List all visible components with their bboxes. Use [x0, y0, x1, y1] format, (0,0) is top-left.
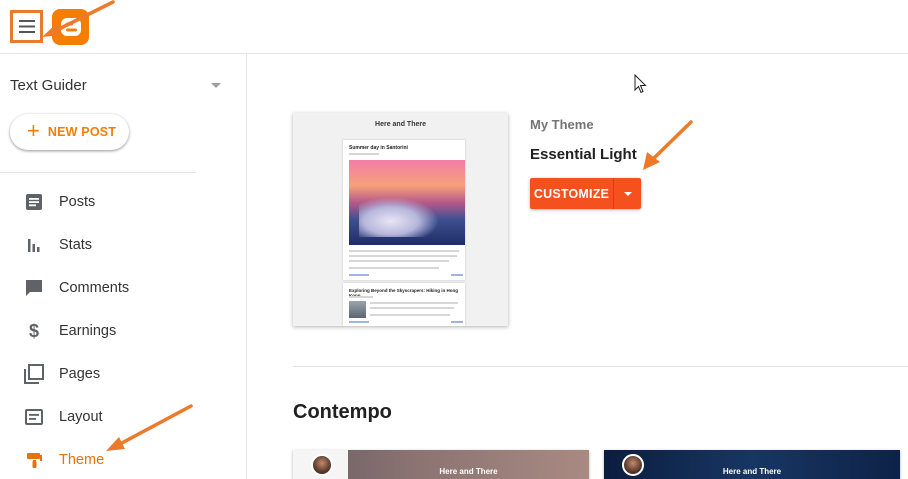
- preview-text-line: [349, 296, 373, 298]
- sidebar-item-label: Theme: [59, 452, 105, 468]
- mouse-cursor-icon: [634, 74, 647, 94]
- customize-button[interactable]: CUSTOMIZE: [530, 178, 613, 209]
- sidebar-item-label: Stats: [59, 237, 93, 253]
- preview-text-line: [349, 274, 369, 276]
- hamburger-menu-button[interactable]: [10, 10, 43, 43]
- plus-icon: +: [27, 118, 40, 143]
- new-post-label: NEW POST: [47, 125, 117, 139]
- sidebar-item-theme[interactable]: Theme: [0, 440, 246, 479]
- customize-dropdown-button[interactable]: [614, 178, 641, 209]
- preview-post-card: Summer day in Santorini: [343, 140, 465, 280]
- sidebar-item-label: Layout: [59, 409, 103, 425]
- preview-blog-title: Here and There: [375, 121, 426, 128]
- preview-post-card: Exploring Beyond the Skyscrapers: Hiking…: [343, 283, 465, 326]
- section-divider: [293, 366, 908, 367]
- preview-text-line: [370, 307, 454, 309]
- dollar-icon: $: [28, 320, 39, 341]
- preview-text-line: [370, 302, 458, 304]
- sidebar-item-pages[interactable]: Pages: [0, 354, 246, 394]
- hamburger-menu-icon: [18, 20, 35, 33]
- main-content: Here and There Summer day in Santorini E…: [247, 54, 908, 479]
- posts-icon: [24, 192, 44, 212]
- sidebar-item-stats[interactable]: Stats: [0, 225, 246, 265]
- comments-icon: [24, 278, 44, 298]
- preview-text-line: [370, 314, 450, 316]
- preview-post-title: Summer day in Santorini: [349, 145, 408, 151]
- sidebar-item-comments[interactable]: Comments: [0, 268, 246, 308]
- current-theme-preview[interactable]: Here and There Summer day in Santorini E…: [293, 113, 508, 326]
- layout-icon: [24, 407, 44, 427]
- preview-text-line: [349, 267, 439, 269]
- theme-thumbnail[interactable]: Here and There: [293, 450, 589, 479]
- sidebar-item-label: Comments: [59, 280, 130, 296]
- caret-down-icon: [623, 191, 632, 196]
- current-theme-name: Essential Light: [530, 146, 637, 163]
- preview-text-line: [349, 153, 379, 155]
- preview-text-line: [451, 321, 463, 323]
- new-post-button[interactable]: + NEW POST: [10, 114, 129, 150]
- chevron-down-icon: [211, 82, 221, 88]
- preview-text-line: [349, 250, 459, 252]
- pages-icon: [24, 364, 44, 384]
- sidebar-divider: [0, 172, 196, 173]
- preview-text-line: [349, 321, 369, 323]
- thumbnail-title: Here and There: [722, 467, 782, 476]
- theme-icon: [24, 450, 44, 470]
- preview-post-image: [349, 160, 465, 245]
- preview-thumbnail: [349, 301, 366, 318]
- top-bar: [0, 0, 908, 54]
- sidebar-item-label: Posts: [59, 194, 96, 210]
- sidebar-item-layout[interactable]: Layout: [0, 397, 246, 437]
- sidebar: Text Guider + NEW POST Posts Stats Comme…: [0, 54, 247, 479]
- avatar: [311, 454, 333, 476]
- sidebar-item-label: Pages: [59, 366, 101, 382]
- theme-section-title: Contempo: [293, 401, 392, 423]
- theme-thumbnail[interactable]: Here and There: [604, 450, 900, 479]
- sidebar-item-label: Earnings: [59, 323, 117, 339]
- sidebar-item-earnings[interactable]: $ Earnings: [0, 311, 246, 351]
- sidebar-item-posts[interactable]: Posts: [0, 182, 246, 222]
- blog-selector[interactable]: Text Guider: [10, 73, 225, 97]
- thumbnail-title: Here and There: [439, 467, 498, 476]
- preview-text-line: [349, 260, 449, 262]
- preview-text-line: [349, 255, 457, 257]
- preview-text-line: [451, 274, 463, 276]
- blog-name: Text Guider: [10, 76, 87, 94]
- customize-split-button: CUSTOMIZE: [530, 178, 641, 209]
- blogger-logo-icon[interactable]: [52, 9, 89, 45]
- my-theme-label: My Theme: [530, 117, 594, 132]
- stats-icon: [24, 235, 44, 255]
